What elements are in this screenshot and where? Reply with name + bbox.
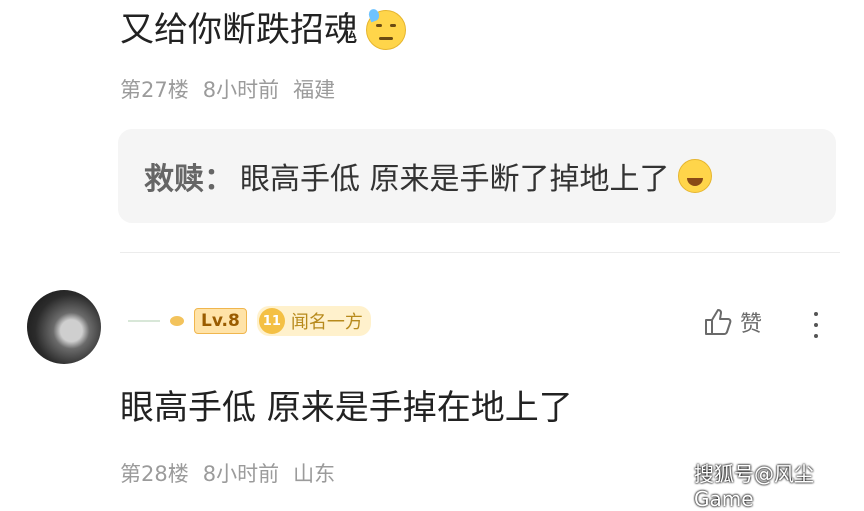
fan-badge: 11 闻名一方: [256, 306, 371, 336]
like-label: 赞: [740, 312, 763, 337]
comment-text-top: 又给你断跌招魂: [120, 7, 406, 52]
reply-text: 眼高手低 原来是手断了掉地上了: [240, 162, 670, 197]
timestamp: 8小时前: [202, 462, 280, 486]
thumbs-up-icon: [705, 309, 732, 335]
comment-meta-27: 第27楼 8小时前 福建: [120, 74, 335, 104]
username-placeholder[interactable]: [128, 320, 160, 322]
more-options-icon[interactable]: [812, 312, 820, 338]
location: 福建: [293, 78, 336, 102]
location: 山东: [293, 462, 336, 486]
reply-author[interactable]: 救赎：: [144, 154, 234, 198]
fan-title: 闻名一方: [290, 312, 363, 333]
sweat-smile-emoji-icon: [366, 7, 406, 50]
floor-number: 第28楼: [120, 462, 189, 486]
avatar[interactable]: [27, 290, 101, 364]
comment-meta-28: 第28楼 8小时前 山东: [120, 458, 335, 488]
timestamp: 8小时前: [202, 78, 280, 102]
fan-level-icon: 11: [258, 308, 285, 334]
watermark: 搜狐号@风尘Game: [694, 462, 814, 511]
comment-text: 又给你断跌招魂: [120, 10, 358, 50]
level-badge: Lv.8: [194, 308, 247, 334]
divider: [120, 252, 840, 253]
coin-icon: [170, 316, 184, 326]
user-info-row: Lv.8 11 闻名一方: [128, 306, 371, 336]
floor-number: 第27楼: [120, 78, 189, 102]
like-button[interactable]: 赞: [702, 306, 762, 338]
crying-emoji-icon: [677, 159, 712, 193]
comment-text: 眼高手低 原来是手掉在地上了: [120, 388, 573, 428]
reply-preview[interactable]: 救赎： 眼高手低 原来是手断了掉地上了: [118, 129, 836, 223]
